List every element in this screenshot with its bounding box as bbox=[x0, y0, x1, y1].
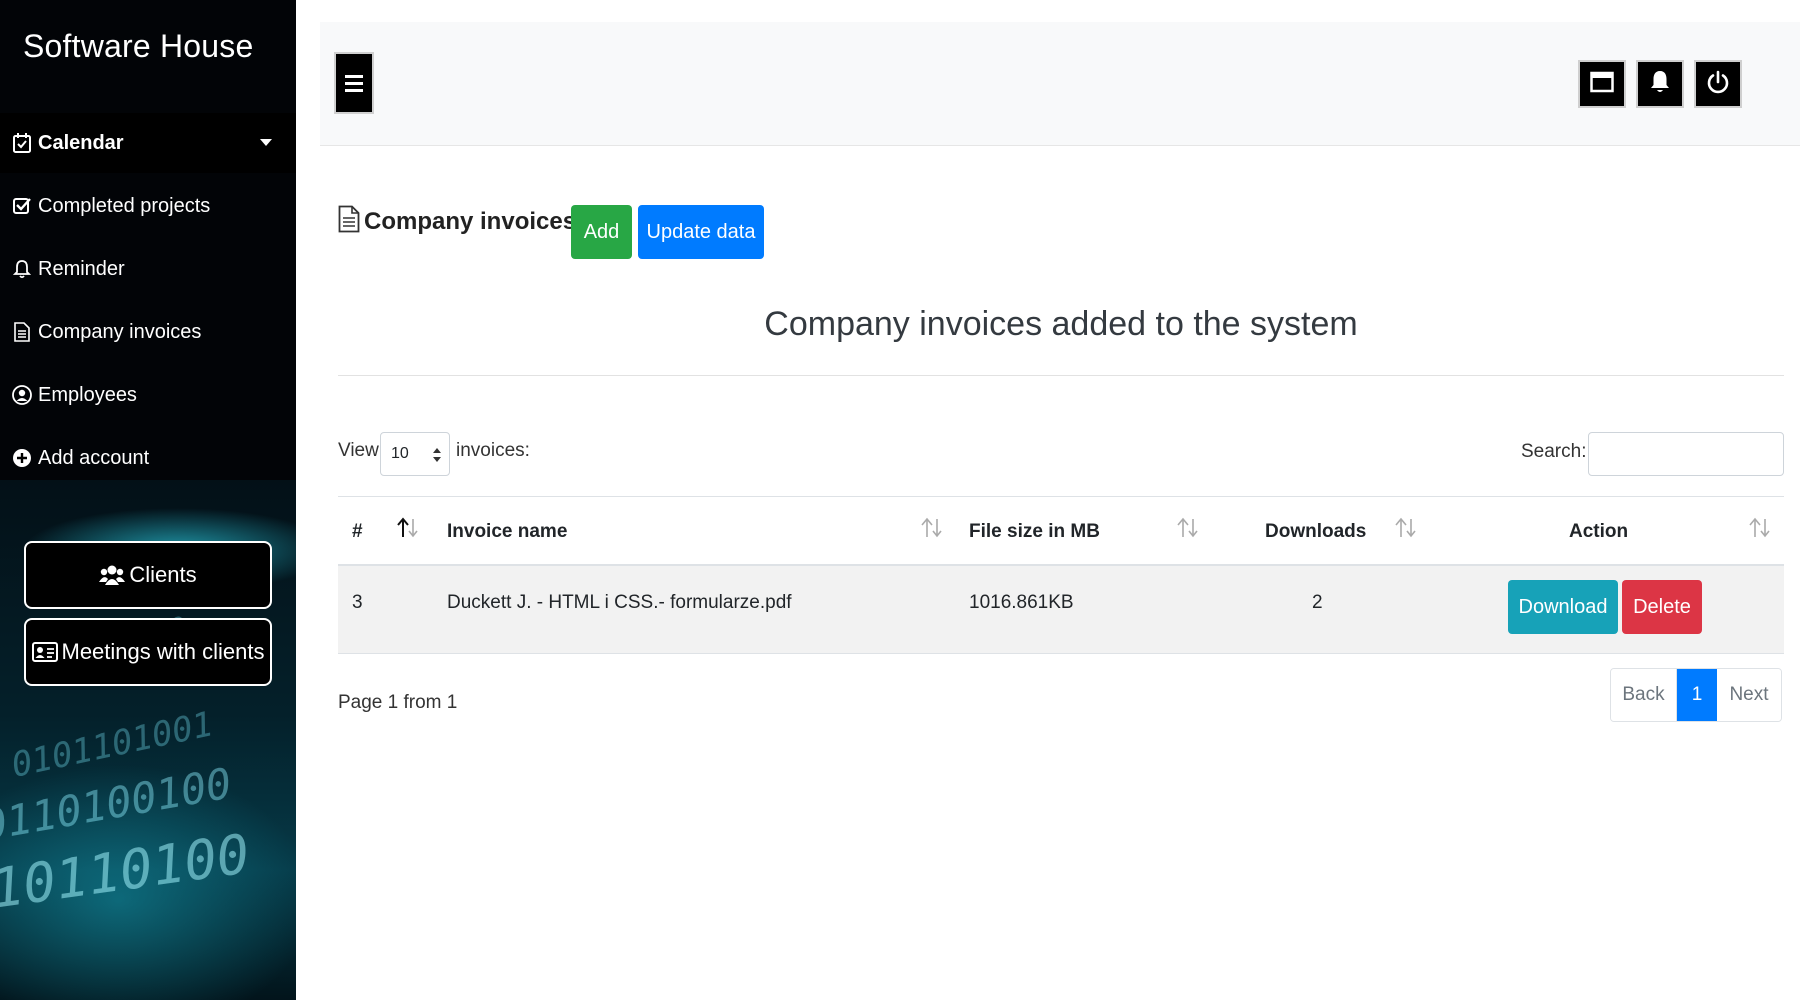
page-length-value: 10 bbox=[391, 445, 409, 462]
sort-icon[interactable] bbox=[1394, 517, 1416, 539]
logout-button[interactable] bbox=[1694, 60, 1742, 108]
column-header-file-size[interactable]: File size in MB bbox=[969, 521, 1100, 543]
sidebar-item-employees[interactable]: Employees bbox=[0, 365, 296, 425]
hamburger-icon bbox=[345, 88, 363, 92]
file-icon bbox=[338, 205, 360, 238]
sort-icon[interactable] bbox=[920, 517, 942, 539]
sidebar-item-add-account[interactable]: Add account bbox=[0, 428, 296, 488]
column-header-number[interactable]: # bbox=[352, 521, 363, 543]
clients-button[interactable]: Clients bbox=[24, 541, 272, 609]
cell-invoice-name: Duckett J. - HTML i CSS.- formularze.pdf bbox=[447, 592, 792, 613]
clients-button-label: Clients bbox=[129, 562, 197, 587]
invoices-table: # Invoice name File size in MB Downloads… bbox=[338, 496, 1784, 654]
id-card-icon bbox=[31, 641, 58, 663]
sidebar-item-reminder[interactable]: Reminder bbox=[0, 239, 296, 299]
sort-icon[interactable] bbox=[1748, 517, 1770, 539]
sidebar: 0101101001 0110100100 10110100 101001011… bbox=[0, 0, 296, 1000]
sidebar-item-label: Company invoices bbox=[38, 320, 202, 343]
divider bbox=[338, 375, 1784, 376]
cell-downloads: 2 bbox=[1312, 592, 1323, 613]
column-header-downloads[interactable]: Downloads bbox=[1265, 521, 1366, 543]
page-title: Company invoices: bbox=[364, 207, 585, 235]
sidebar-item-label: Add account bbox=[38, 446, 150, 469]
chevron-down-icon bbox=[260, 139, 272, 146]
cell-file-size: 1016.861KB bbox=[969, 592, 1074, 613]
column-header-action[interactable]: Action bbox=[1569, 521, 1628, 543]
sidebar-item-label: Completed projects bbox=[38, 194, 211, 217]
user-circle-icon bbox=[12, 385, 32, 405]
table-row: 3 Duckett J. - HTML i CSS.- formularze.p… bbox=[338, 566, 1784, 654]
search-label: Search: bbox=[1521, 441, 1587, 462]
sidebar-item-calendar[interactable]: Calendar bbox=[0, 113, 296, 173]
table-header: # Invoice name File size in MB Downloads… bbox=[338, 496, 1784, 566]
update-data-button[interactable]: Update data bbox=[638, 205, 764, 259]
column-header-invoice-name[interactable]: Invoice name bbox=[447, 521, 567, 543]
sidebar-item-label: Employees bbox=[38, 383, 137, 406]
meetings-with-clients-button[interactable]: Meetings with clients bbox=[24, 618, 272, 686]
sidebar-item-company-invoices[interactable]: Company invoices bbox=[0, 302, 296, 362]
top-navbar bbox=[320, 22, 1800, 146]
bell-icon bbox=[1649, 69, 1671, 100]
pagination-back-button[interactable]: Back bbox=[1611, 669, 1677, 721]
page-length-select[interactable]: 10 bbox=[380, 432, 450, 476]
bell-icon bbox=[12, 259, 32, 279]
select-arrows-icon bbox=[433, 446, 441, 464]
pagination: Back 1 Next bbox=[1610, 668, 1782, 722]
download-button[interactable]: Download bbox=[1508, 580, 1618, 634]
calendar-check-icon bbox=[12, 133, 32, 153]
hamburger-icon bbox=[345, 81, 363, 85]
window-button[interactable] bbox=[1578, 60, 1626, 108]
page-info: Page 1 from 1 bbox=[338, 692, 458, 713]
view-suffix-label: invoices: bbox=[456, 440, 530, 461]
file-icon bbox=[12, 322, 32, 342]
delete-button[interactable]: Delete bbox=[1622, 580, 1702, 634]
search-input[interactable] bbox=[1588, 432, 1784, 476]
plus-circle-icon bbox=[12, 448, 32, 468]
power-icon bbox=[1706, 70, 1730, 99]
hamburger-icon bbox=[345, 74, 363, 78]
cell-id: 3 bbox=[352, 592, 363, 613]
page-heading: Company invoices: bbox=[338, 205, 584, 238]
pagination-next-button[interactable]: Next bbox=[1717, 669, 1781, 721]
sidebar-item-label: Calendar bbox=[38, 131, 124, 154]
notifications-button[interactable] bbox=[1636, 60, 1684, 108]
view-label: View bbox=[338, 440, 379, 461]
users-icon bbox=[99, 564, 126, 586]
sort-ascending-icon[interactable] bbox=[396, 517, 418, 539]
menu-toggle-button[interactable] bbox=[334, 52, 374, 114]
brand-title: Software House bbox=[23, 28, 254, 64]
check-square-icon bbox=[12, 196, 32, 216]
add-button[interactable]: Add bbox=[571, 205, 632, 259]
sidebar-item-completed-projects[interactable]: Completed projects bbox=[0, 176, 296, 236]
meetings-button-label: Meetings with clients bbox=[61, 639, 265, 664]
sort-icon[interactable] bbox=[1176, 517, 1198, 539]
sidebar-item-label: Reminder bbox=[38, 257, 125, 280]
pagination-page-1[interactable]: 1 bbox=[1677, 669, 1717, 721]
window-icon bbox=[1590, 71, 1614, 98]
section-title: Company invoices added to the system bbox=[764, 305, 1358, 343]
